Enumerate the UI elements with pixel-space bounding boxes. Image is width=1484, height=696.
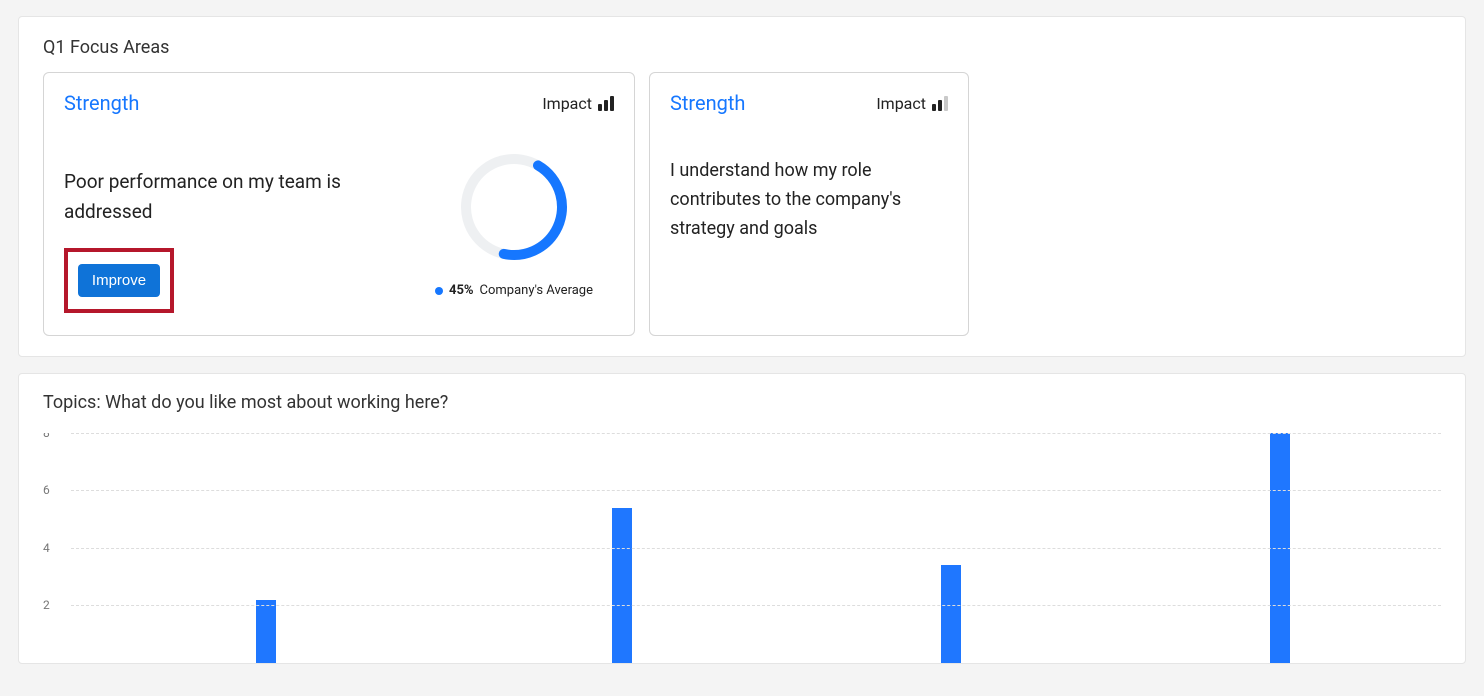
bars-icon: [932, 95, 948, 111]
legend-value: 45%: [449, 283, 474, 298]
gridline: [71, 433, 1441, 434]
card-description: I understand how my role contributes to …: [670, 157, 948, 243]
impact-label: Impact: [876, 94, 926, 113]
focus-card: Strength Impact I understand how my role…: [649, 72, 969, 336]
bars-icon: [598, 95, 614, 111]
improve-button[interactable]: Improve: [78, 264, 160, 297]
focus-card: Strength Impact Poor performance on my t…: [43, 72, 635, 336]
card-header: Strength Impact: [64, 91, 614, 115]
strength-link[interactable]: Strength: [670, 91, 745, 115]
chart-bar[interactable]: [256, 600, 276, 663]
card-body: Poor performance on my team is addressed…: [64, 127, 614, 313]
donut-chart: [458, 151, 570, 263]
impact-indicator: Impact: [876, 94, 948, 113]
y-tick-label: 4: [43, 541, 50, 555]
focus-areas-title: Q1 Focus Areas: [43, 37, 1441, 58]
topics-chart-panel: Topics: What do you like most about work…: [18, 373, 1466, 664]
donut-column: 45% Company's Average: [414, 141, 614, 298]
impact-indicator: Impact: [542, 94, 614, 113]
legend-dot-icon: [435, 287, 443, 295]
improve-highlight-box: Improve: [64, 248, 174, 313]
y-tick-label: 6: [43, 483, 50, 497]
gridline: [71, 605, 1441, 606]
card-description: Poor performance on my team is addressed: [64, 167, 384, 228]
legend-label: Company's Average: [480, 283, 593, 298]
focus-cards-row: Strength Impact Poor performance on my t…: [43, 72, 1441, 336]
card-header: Strength Impact: [670, 91, 948, 115]
chart-bar[interactable]: [612, 508, 632, 663]
gridline: [71, 548, 1441, 549]
bar-chart: 2 4 6 8: [43, 433, 1441, 663]
gridline: [71, 490, 1441, 491]
focus-areas-panel: Q1 Focus Areas Strength Impact Poor perf…: [18, 16, 1466, 357]
card-text-column: Poor performance on my team is addressed…: [64, 127, 384, 313]
impact-label: Impact: [542, 94, 592, 113]
topics-chart-title: Topics: What do you like most about work…: [43, 392, 1441, 413]
y-tick-label: 2: [43, 598, 50, 612]
chart-bar[interactable]: [941, 565, 961, 663]
y-tick-label: 8: [43, 433, 50, 440]
donut-legend: 45% Company's Average: [435, 283, 593, 298]
y-axis: 2 4 6 8: [43, 433, 63, 663]
strength-link[interactable]: Strength: [64, 91, 139, 115]
